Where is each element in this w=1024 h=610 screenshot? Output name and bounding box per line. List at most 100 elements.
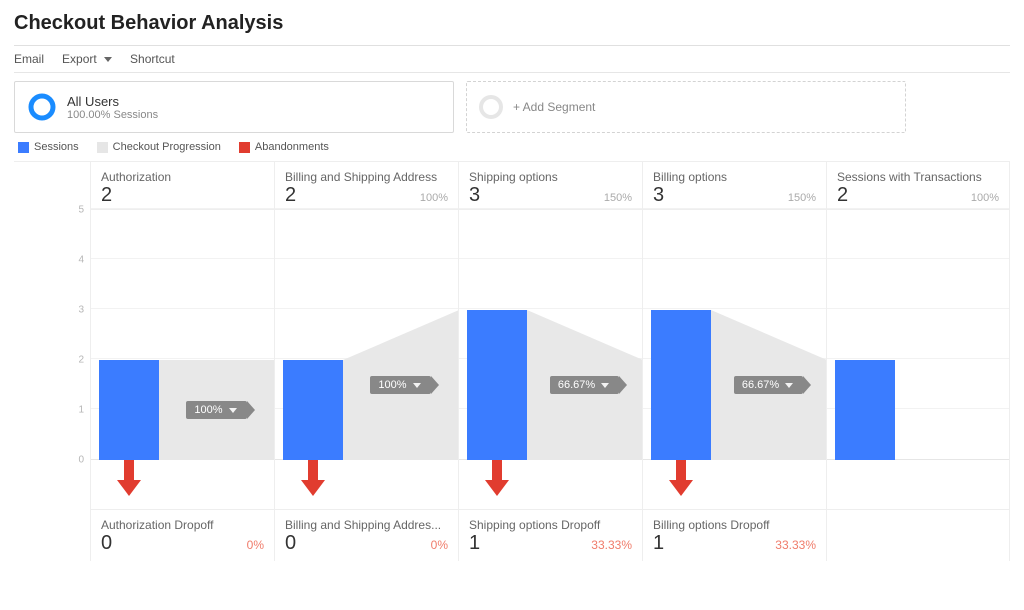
step-pct: 100%: [420, 192, 448, 204]
funnel-step[interactable]: Authorization2100%Authorization Dropoff0…: [90, 162, 274, 561]
progression-pill[interactable]: 66.67%: [550, 376, 619, 394]
dropoff-pct: 33.33%: [591, 538, 632, 552]
toolbar-export[interactable]: Export: [62, 52, 112, 66]
dropoff-pct: 0%: [431, 538, 448, 552]
axis-tick: 0: [78, 455, 84, 466]
dropoff-footer: Billing options Dropoff1 33.33%: [643, 510, 826, 561]
dropoff-value: 1: [653, 532, 664, 555]
sessions-bar[interactable]: [283, 360, 343, 460]
step-pct: 150%: [788, 192, 816, 204]
sessions-bar[interactable]: [835, 360, 895, 460]
step-value: 2: [285, 184, 296, 207]
dropoff-name: Billing options Dropoff: [653, 518, 816, 532]
dropoff-arrow-row: [91, 460, 274, 510]
segments-row: All Users 100.00% Sessions + Add Segment: [14, 81, 1010, 133]
segment-ring-icon: [27, 92, 57, 122]
legend-sessions: Sessions: [34, 141, 79, 153]
toolbar-export-label: Export: [62, 52, 97, 66]
progression-pct: 66.67%: [558, 379, 595, 391]
step-value: 3: [469, 184, 480, 207]
dropoff-arrow-row: [275, 460, 458, 510]
legend-swatch-sessions: [18, 142, 29, 153]
dropoff-footer: Shipping options Dropoff1 33.33%: [459, 510, 642, 561]
legend-abandonments: Abandonments: [255, 141, 329, 153]
axis-tick: 3: [78, 305, 84, 316]
dropoff-value: 1: [469, 532, 480, 555]
step-value: 2: [101, 184, 112, 207]
funnel-step[interactable]: Billing options3 150% 66.67% Billing option…: [642, 162, 826, 561]
dropoff-value: 0: [285, 532, 296, 555]
sessions-bar[interactable]: [651, 310, 711, 460]
dropoff-footer: [827, 510, 1009, 524]
step-name: Billing options: [653, 170, 816, 184]
progression-pct: 66.67%: [742, 379, 779, 391]
step-name: Billing and Shipping Address: [285, 170, 448, 184]
progression-pill[interactable]: 100%: [186, 401, 246, 419]
dropoff-arrow-row: [827, 460, 1009, 510]
dropoff-name: Shipping options Dropoff: [469, 518, 632, 532]
legend: Sessions Checkout Progression Abandonmen…: [18, 141, 1010, 153]
page-title: Checkout Behavior Analysis: [14, 12, 1010, 35]
step-header: Billing options3 150%: [643, 162, 826, 210]
dropoff-arrow-icon: [483, 460, 511, 498]
sessions-bar[interactable]: [467, 310, 527, 460]
axis-tick: 2: [78, 355, 84, 366]
step-header: Authorization2: [91, 162, 274, 210]
axis-tick: 4: [78, 255, 84, 266]
add-segment-button[interactable]: + Add Segment: [466, 81, 906, 133]
funnel-step[interactable]: Billing and Shipping Address2100%100%Bil…: [274, 162, 458, 561]
toolbar: Email Export Shortcut: [14, 45, 1010, 73]
progression-pill[interactable]: 100%: [370, 376, 430, 394]
chevron-down-icon: [104, 57, 112, 62]
dropoff-footer: Authorization Dropoff0 0%: [91, 510, 274, 561]
step-name: Shipping options: [469, 170, 632, 184]
funnel-step[interactable]: Sessions with Transactions2100%: [826, 162, 1010, 561]
step-chart: 100%: [91, 210, 274, 460]
dropoff-arrow-icon: [115, 460, 143, 498]
add-segment-ring-icon: [479, 95, 503, 119]
progression-pct: 100%: [194, 404, 222, 416]
sessions-bar[interactable]: [99, 360, 159, 460]
dropoff-arrow-icon: [299, 460, 327, 498]
progression-pill[interactable]: 66.67%: [734, 376, 803, 394]
step-header: Billing and Shipping Address2 100%: [275, 162, 458, 210]
segment-subtitle: 100.00% Sessions: [67, 109, 158, 121]
dropoff-arrow-row: [459, 460, 642, 510]
axis-tick: 1: [78, 405, 84, 416]
step-pct: 150%: [604, 192, 632, 204]
dropoff-arrow-row: [643, 460, 826, 510]
dropoff-name: Authorization Dropoff: [101, 518, 264, 532]
chevron-down-icon: [601, 383, 609, 388]
progression-panel[interactable]: 66.67%: [527, 310, 642, 460]
dropoff-arrow-icon: [667, 460, 695, 498]
step-chart: [827, 210, 1009, 460]
chevron-down-icon: [413, 383, 421, 388]
dropoff-footer: Billing and Shipping Addres...0 0%: [275, 510, 458, 561]
dropoff-pct: 0%: [247, 538, 264, 552]
dropoff-pct: 33.33%: [775, 538, 816, 552]
step-header: Sessions with Transactions2100%: [827, 162, 1009, 210]
funnel-chart: 012345Authorization2100%Authorization Dr…: [14, 161, 1010, 561]
legend-swatch-progression: [97, 142, 108, 153]
segment-title: All Users: [67, 94, 158, 109]
funnel-step[interactable]: Shipping options3 150% 66.67% Shipping opti…: [458, 162, 642, 561]
step-chart: 66.67%: [643, 210, 826, 460]
segment-all-users[interactable]: All Users 100.00% Sessions: [14, 81, 454, 133]
step-name: Sessions with Transactions: [837, 170, 999, 184]
chevron-down-icon: [229, 408, 237, 413]
step-chart: 100%: [275, 210, 458, 460]
toolbar-shortcut[interactable]: Shortcut: [130, 52, 175, 66]
dropoff-value: 0: [101, 532, 112, 555]
toolbar-email[interactable]: Email: [14, 52, 44, 66]
step-name: Authorization: [101, 170, 264, 184]
legend-swatch-abandonments: [239, 142, 250, 153]
progression-panel[interactable]: 100%: [159, 360, 274, 460]
chevron-down-icon: [785, 383, 793, 388]
step-value: 3: [653, 184, 664, 207]
progression-pct: 100%: [378, 379, 406, 391]
progression-panel[interactable]: 66.67%: [711, 310, 826, 460]
y-axis: 012345: [14, 162, 90, 561]
progression-panel[interactable]: 100%: [343, 310, 458, 460]
dropoff-name: Billing and Shipping Addres...: [285, 518, 448, 532]
step-chart: 66.67%: [459, 210, 642, 460]
